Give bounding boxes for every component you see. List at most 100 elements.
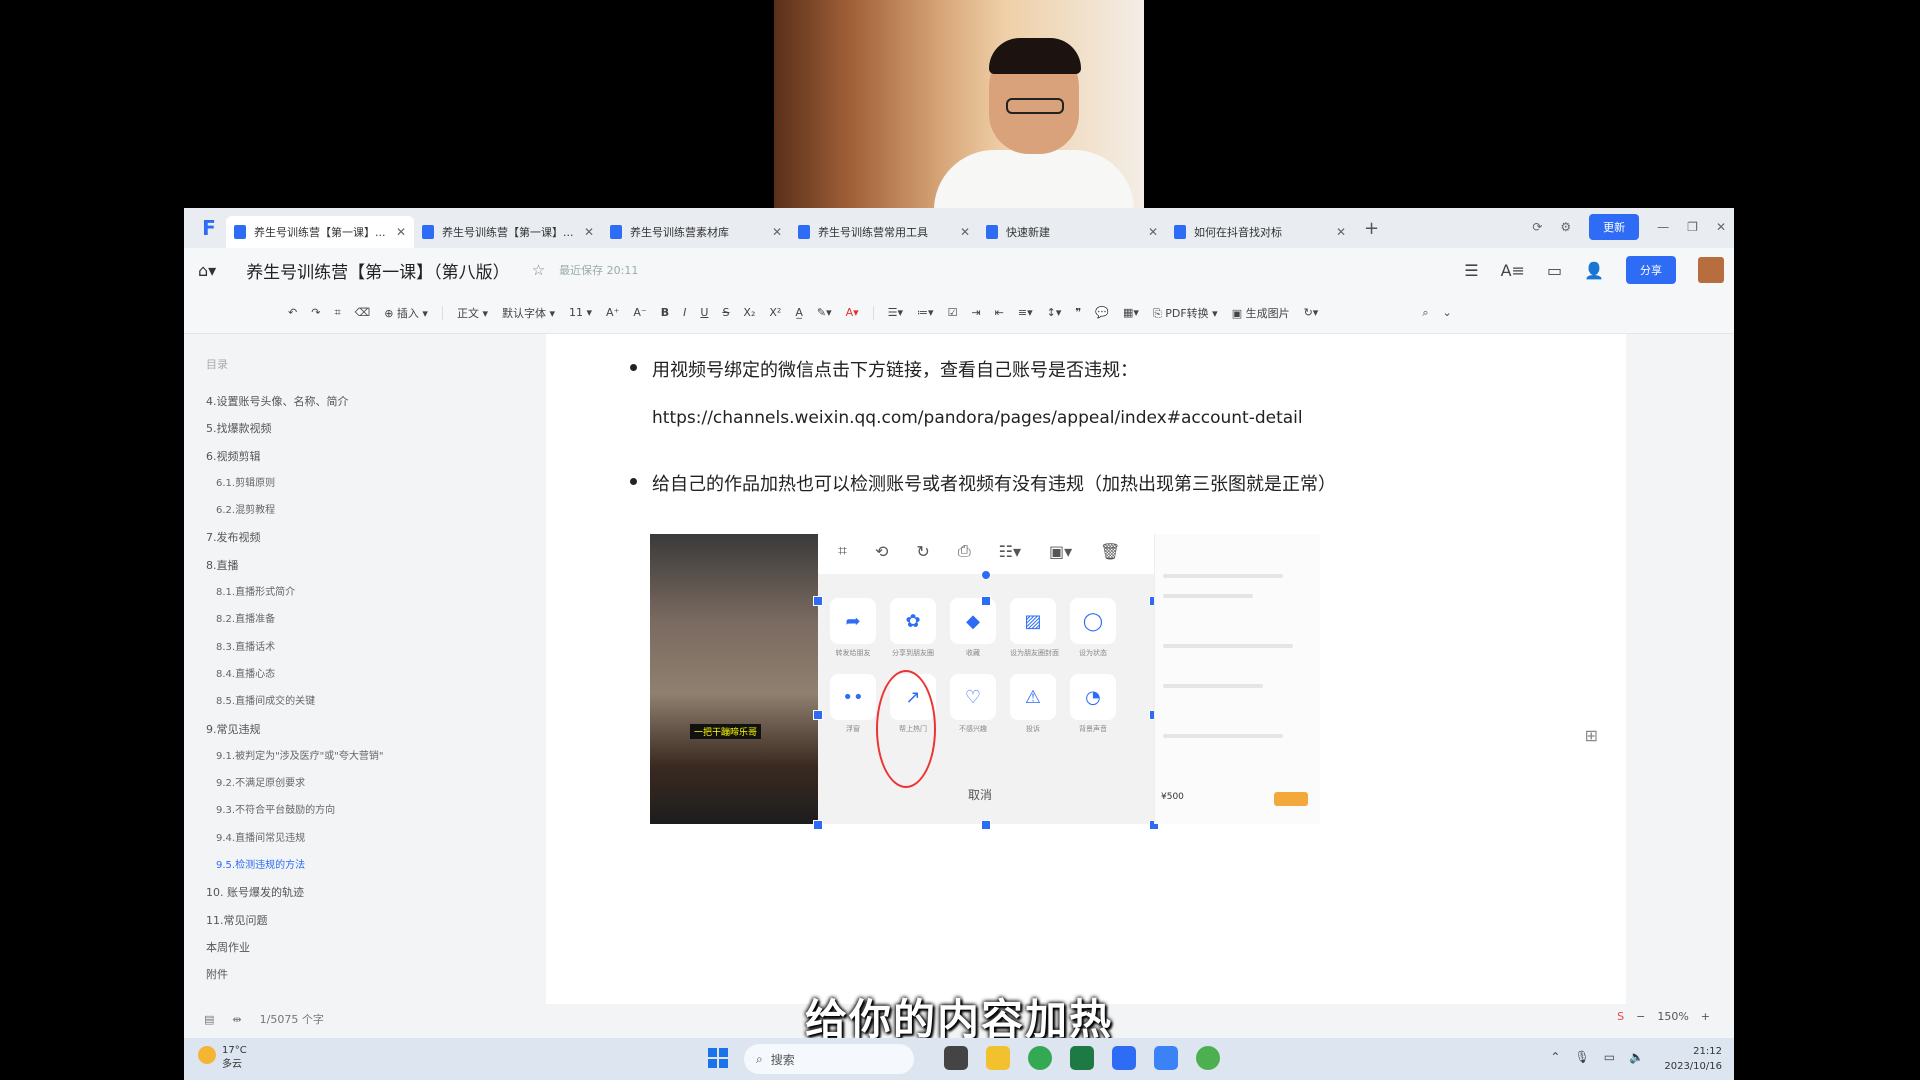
superscript-icon[interactable]: X²: [769, 306, 781, 319]
network-icon[interactable]: ▭: [1604, 1050, 1615, 1064]
resize-handle[interactable]: [981, 820, 991, 830]
promotion-screenshot[interactable]: ¥500: [1154, 534, 1320, 824]
tab-doc-1[interactable]: 养生号训练营【第一课】... ✕: [226, 216, 414, 248]
numbered-list-icon[interactable]: ≔▾: [917, 306, 934, 319]
toc-item[interactable]: 6.视频剪辑: [206, 443, 546, 470]
refresh-icon[interactable]: ↻▾: [1304, 306, 1319, 319]
minimize-icon[interactable]: —: [1657, 220, 1669, 234]
resize-handle[interactable]: [813, 820, 823, 830]
app-icon[interactable]: [1154, 1046, 1178, 1070]
wrap-text-icon[interactable]: ☷▾: [999, 542, 1021, 561]
toc-item[interactable]: 9.2.不满足原创要求: [206, 770, 546, 797]
close-icon[interactable]: ✕: [772, 225, 782, 239]
wechat-icon[interactable]: [1196, 1046, 1220, 1070]
checklist-icon[interactable]: ☑: [948, 306, 958, 319]
volume-icon[interactable]: 🔈: [1629, 1050, 1644, 1064]
close-window-icon[interactable]: ✕: [1716, 220, 1726, 234]
document-page[interactable]: 用视频号绑定的微信点击下方链接，查看自己账号是否违规： https://chan…: [546, 334, 1626, 1004]
redo-icon[interactable]: ↷: [311, 306, 320, 319]
close-icon[interactable]: ✕: [960, 225, 970, 239]
star-icon[interactable]: ☆: [532, 261, 545, 279]
close-icon[interactable]: ✕: [584, 225, 594, 239]
font-color-icon[interactable]: A▾: [846, 306, 859, 319]
table-icon[interactable]: ▦▾: [1123, 306, 1139, 319]
toc-item[interactable]: 8.3.直播话术: [206, 634, 546, 661]
bullet-list-icon[interactable]: ☰▾: [888, 306, 903, 319]
strikethrough-icon[interactable]: S: [722, 306, 729, 319]
restore-icon[interactable]: ❐: [1687, 220, 1698, 234]
toc-item[interactable]: 6.2.混剪教程: [206, 497, 546, 524]
toc-item[interactable]: 8.2.直播准备: [206, 606, 546, 633]
underline-icon[interactable]: U: [700, 306, 708, 319]
toc-item[interactable]: 9.4.直播间常见违规: [206, 825, 546, 852]
rotate-handle[interactable]: [981, 570, 991, 580]
home-icon[interactable]: ⌂▾: [198, 261, 216, 280]
chevron-down-icon[interactable]: ⌄: [1443, 306, 1452, 319]
increase-font-icon[interactable]: A⁺: [606, 306, 619, 319]
undo-icon[interactable]: ↶: [288, 306, 297, 319]
toc-item[interactable]: 本周作业: [206, 934, 546, 961]
line-spacing-icon[interactable]: ↕▾: [1047, 306, 1062, 319]
present-icon[interactable]: ▭: [1547, 261, 1562, 280]
insert-button[interactable]: ⊕ 插入 ▾: [384, 305, 428, 321]
format-painter-icon[interactable]: ⌗: [334, 306, 340, 320]
layout-icon[interactable]: ▣▾: [1049, 542, 1072, 561]
bullet-paragraph[interactable]: 给自己的作品加热也可以检测账号或者视频有没有违规（加热出现第三张图就是正常）: [630, 470, 1336, 496]
font-size-select[interactable]: 11 ▾: [569, 306, 592, 319]
taskbar-clock[interactable]: 21:12 2023/10/16: [1664, 1044, 1722, 1074]
paragraph-style-select[interactable]: 正文 ▾: [457, 305, 488, 321]
close-icon[interactable]: ✕: [1336, 225, 1346, 239]
toc-item[interactable]: 9.常见违规: [206, 716, 546, 743]
start-menu-icon[interactable]: [708, 1048, 728, 1068]
crop-icon[interactable]: ⌗: [838, 541, 847, 561]
comment-icon[interactable]: 💬: [1095, 306, 1109, 319]
toc-item[interactable]: 5.找爆款视频: [206, 415, 546, 442]
new-tab-icon[interactable]: +: [1364, 218, 1379, 239]
text-effect-icon[interactable]: A̲: [795, 306, 803, 319]
indent-icon[interactable]: ⇥: [971, 306, 980, 319]
resize-handle[interactable]: [813, 710, 823, 720]
clear-format-icon[interactable]: ⌫: [355, 306, 371, 319]
bullet-paragraph[interactable]: 用视频号绑定的微信点击下方链接，查看自己账号是否违规：: [630, 356, 1138, 382]
toc-item[interactable]: 6.1.剪辑原则: [206, 470, 546, 497]
toc-item[interactable]: 11.常见问题: [206, 907, 546, 934]
toc-item[interactable]: 附件: [206, 961, 546, 988]
outdent-icon[interactable]: ⇤: [995, 306, 1004, 319]
toc-item[interactable]: 8.4.直播心态: [206, 661, 546, 688]
tab-doc-6[interactable]: 如何在抖音找对标 ✕: [1166, 216, 1354, 248]
wps-icon[interactable]: [1112, 1046, 1136, 1070]
tab-doc-3[interactable]: 养生号训练营素材库 ✕: [602, 216, 790, 248]
decrease-font-icon[interactable]: A⁻: [633, 306, 646, 319]
rotate-right-icon[interactable]: ↻: [916, 542, 929, 561]
subscript-icon[interactable]: X₂: [743, 306, 755, 319]
bold-icon[interactable]: B: [661, 306, 669, 319]
video-screenshot[interactable]: 一把干蹦啼乐哥: [650, 534, 818, 824]
taskbar-search[interactable]: ⌕ 搜索: [744, 1044, 914, 1074]
settings-icon[interactable]: ⚙: [1560, 220, 1571, 234]
update-button[interactable]: 更新: [1589, 214, 1640, 240]
close-icon[interactable]: ✕: [396, 225, 406, 239]
close-icon[interactable]: ✕: [1148, 225, 1158, 239]
collaborate-icon[interactable]: 👤: [1584, 261, 1604, 280]
sync-icon[interactable]: ⟳: [1532, 220, 1542, 234]
app-logo-icon[interactable]: F: [192, 208, 226, 248]
toc-item[interactable]: 7.发布视频: [206, 524, 546, 551]
share-sheet-screenshot[interactable]: ➦ 转发给朋友 ✿ 分享到朋友圈 ◆ 收藏 ▨ 设为朋友圈封面 ◯ 设为状态 •• 浮窗 ↗ 帮上热门 ♡…: [818, 574, 1154, 824]
mic-icon[interactable]: 🎙: [1574, 1050, 1589, 1064]
resize-handle[interactable]: [981, 596, 991, 606]
chevron-up-icon[interactable]: ⌃: [1550, 1050, 1560, 1064]
toc-item[interactable]: 9.5.检测违规的方法: [206, 852, 546, 879]
generate-image-button[interactable]: ▣ 生成图片: [1232, 305, 1290, 321]
delete-icon[interactable]: 🗑: [1100, 542, 1120, 561]
font-family-select[interactable]: 默认字体 ▾: [502, 305, 555, 321]
align-icon[interactable]: ≡▾: [1018, 306, 1033, 319]
excel-icon[interactable]: [1070, 1046, 1094, 1070]
chrome-icon[interactable]: [1028, 1046, 1052, 1070]
tab-quick-new[interactable]: 快速新建 ✕: [978, 216, 1166, 248]
add-comment-icon[interactable]: ⊞: [1585, 726, 1598, 745]
quote-icon[interactable]: ❞: [1075, 306, 1081, 319]
toc-item[interactable]: 8.直播: [206, 552, 546, 579]
highlight-icon[interactable]: ✎▾: [817, 306, 832, 319]
pdf-convert-button[interactable]: ⎘ PDF转换 ▾: [1153, 305, 1218, 321]
text-style-icon[interactable]: A≡: [1501, 261, 1525, 280]
